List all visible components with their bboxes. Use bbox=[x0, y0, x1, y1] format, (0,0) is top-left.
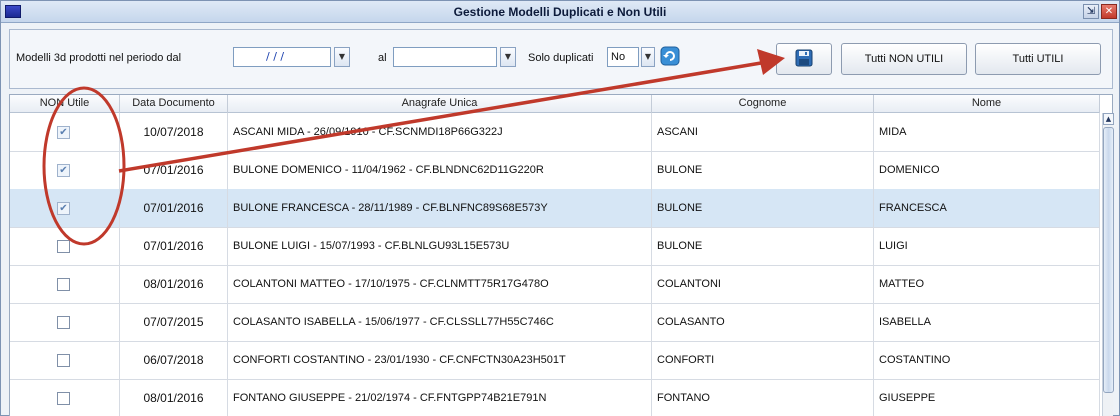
cell-data-documento[interactable]: 08/01/2016 bbox=[120, 379, 228, 416]
cell-non-utile: ✔ bbox=[10, 113, 120, 151]
cell-nome[interactable]: FRANCESCA bbox=[874, 189, 1100, 227]
non-utile-checkbox[interactable] bbox=[57, 354, 70, 367]
vertical-scrollbar[interactable]: ▲ bbox=[1102, 113, 1114, 416]
cell-non-utile bbox=[10, 265, 120, 303]
cell-nome[interactable]: LUIGI bbox=[874, 227, 1100, 265]
date-from-dropdown[interactable]: ▼ bbox=[334, 47, 350, 67]
non-utile-checkbox[interactable] bbox=[57, 240, 70, 253]
date-to-field[interactable] bbox=[393, 47, 497, 67]
cell-cognome[interactable]: ASCANI bbox=[652, 113, 874, 151]
cell-cognome[interactable]: BULONE bbox=[652, 227, 874, 265]
table-row[interactable]: 08/01/2016 FONTANO GIUSEPPE - 21/02/1974 … bbox=[10, 379, 1100, 416]
date-from-field[interactable]: / / / bbox=[233, 47, 331, 67]
non-utile-checkbox[interactable]: ✔ bbox=[57, 164, 70, 177]
date-to-dropdown[interactable]: ▼ bbox=[500, 47, 516, 67]
cell-non-utile bbox=[10, 341, 120, 379]
col-header-nome[interactable]: Nome bbox=[874, 95, 1100, 113]
cell-anagrafe-unica[interactable]: CONFORTI COSTANTINO - 23/01/1930 - CF.CN… bbox=[228, 341, 652, 379]
cell-nome[interactable]: MIDA bbox=[874, 113, 1100, 151]
col-header-data-documento[interactable]: Data Documento bbox=[120, 95, 228, 113]
table-row[interactable]: 06/07/2018 CONFORTI COSTANTINO - 23/01/19… bbox=[10, 341, 1100, 380]
app-window: Gestione Modelli Duplicati e Non Utili ⇲… bbox=[0, 0, 1120, 416]
cell-nome[interactable]: ISABELLA bbox=[874, 303, 1100, 341]
cell-data-documento[interactable]: 07/07/2015 bbox=[120, 303, 228, 341]
cell-non-utile bbox=[10, 379, 120, 416]
cell-anagrafe-unica[interactable]: FONTANO GIUSEPPE - 21/02/1974 - CF.FNTGP… bbox=[228, 379, 652, 416]
cell-non-utile: ✔ bbox=[10, 151, 120, 189]
table-row[interactable]: 07/01/2016 BULONE LUIGI - 15/07/1993 - CF… bbox=[10, 227, 1100, 266]
table-row[interactable]: ✔ 10/07/2018 ASCANI MIDA - 26/09/1910 - CF… bbox=[10, 113, 1100, 152]
scrollbar-thumb[interactable] bbox=[1103, 127, 1114, 393]
cell-data-documento[interactable]: 06/07/2018 bbox=[120, 341, 228, 379]
cell-nome[interactable]: MATTEO bbox=[874, 265, 1100, 303]
only-duplicates-dropdown[interactable]: ▼ bbox=[641, 47, 655, 67]
non-utile-checkbox[interactable]: ✔ bbox=[57, 202, 70, 215]
cell-data-documento[interactable]: 07/01/2016 bbox=[120, 151, 228, 189]
documents-grid: NON Utile Data Documento Anagrafe Unica … bbox=[9, 94, 1114, 416]
close-button[interactable]: ✕ bbox=[1101, 4, 1117, 19]
cell-non-utile bbox=[10, 303, 120, 341]
to-label: al bbox=[378, 52, 387, 64]
table-row[interactable]: ✔ 07/01/2016 BULONE FRANCESCA - 28/11/1989… bbox=[10, 189, 1100, 228]
cell-non-utile bbox=[10, 227, 120, 265]
restore-button[interactable]: ⇲ bbox=[1083, 4, 1099, 19]
save-button[interactable] bbox=[776, 43, 832, 75]
cell-nome[interactable]: COSTANTINO bbox=[874, 341, 1100, 379]
cell-cognome[interactable]: COLASANTO bbox=[652, 303, 874, 341]
table-row[interactable]: ✔ 07/01/2016 BULONE DOMENICO - 11/04/1962 … bbox=[10, 151, 1100, 190]
cell-nome[interactable]: DOMENICO bbox=[874, 151, 1100, 189]
scroll-up-arrow-icon[interactable]: ▲ bbox=[1103, 113, 1114, 125]
cell-cognome[interactable]: CONFORTI bbox=[652, 341, 874, 379]
cell-data-documento[interactable]: 08/01/2016 bbox=[120, 265, 228, 303]
non-utile-checkbox[interactable] bbox=[57, 316, 70, 329]
table-row[interactable]: 08/01/2016 COLANTONI MATTEO - 17/10/1975 … bbox=[10, 265, 1100, 304]
all-non-useful-button[interactable]: Tutti NON UTILI bbox=[841, 43, 967, 75]
cell-data-documento[interactable]: 07/01/2016 bbox=[120, 227, 228, 265]
table-row[interactable]: 07/07/2015 COLASANTO ISABELLA - 15/06/197… bbox=[10, 303, 1100, 342]
col-header-non-utile[interactable]: NON Utile bbox=[10, 95, 120, 113]
only-duplicates-label: Solo duplicati bbox=[528, 52, 594, 64]
cell-anagrafe-unica[interactable]: ASCANI MIDA - 26/09/1910 - CF.SCNMDI18P6… bbox=[228, 113, 652, 151]
cell-cognome[interactable]: COLANTONI bbox=[652, 265, 874, 303]
non-utile-checkbox[interactable] bbox=[57, 392, 70, 405]
cell-data-documento[interactable]: 10/07/2018 bbox=[120, 113, 228, 151]
cell-anagrafe-unica[interactable]: BULONE LUIGI - 15/07/1993 - CF.BLNLGU93L… bbox=[228, 227, 652, 265]
non-utile-checkbox[interactable] bbox=[57, 278, 70, 291]
all-useful-button[interactable]: Tutti UTILI bbox=[975, 43, 1101, 75]
cell-data-documento[interactable]: 07/01/2016 bbox=[120, 189, 228, 227]
cell-cognome[interactable]: BULONE bbox=[652, 189, 874, 227]
title-bar: Gestione Modelli Duplicati e Non Utili ⇲… bbox=[1, 1, 1119, 23]
refresh-icon[interactable] bbox=[660, 46, 680, 66]
col-header-cognome[interactable]: Cognome bbox=[652, 95, 874, 113]
non-utile-checkbox[interactable]: ✔ bbox=[57, 126, 70, 139]
cell-cognome[interactable]: BULONE bbox=[652, 151, 874, 189]
cell-anagrafe-unica[interactable]: COLASANTO ISABELLA - 15/06/1977 - CF.CLS… bbox=[228, 303, 652, 341]
window-title: Gestione Modelli Duplicati e Non Utili bbox=[453, 5, 667, 19]
cell-non-utile: ✔ bbox=[10, 189, 120, 227]
col-header-anagrafe-unica[interactable]: Anagrafe Unica bbox=[228, 95, 652, 113]
only-duplicates-select[interactable]: No bbox=[607, 47, 639, 67]
cell-cognome[interactable]: FONTANO bbox=[652, 379, 874, 416]
period-label: Modelli 3d prodotti nel periodo dal bbox=[16, 52, 182, 64]
cell-anagrafe-unica[interactable]: BULONE DOMENICO - 11/04/1962 - CF.BLNDNC… bbox=[228, 151, 652, 189]
filter-toolbar: Modelli 3d prodotti nel periodo dal / / … bbox=[9, 29, 1113, 89]
cell-nome[interactable]: GIUSEPPE bbox=[874, 379, 1100, 416]
grid-header: NON Utile Data Documento Anagrafe Unica … bbox=[10, 95, 1100, 113]
cell-anagrafe-unica[interactable]: COLANTONI MATTEO - 17/10/1975 - CF.CLNMT… bbox=[228, 265, 652, 303]
floppy-disk-icon bbox=[795, 49, 813, 67]
cell-anagrafe-unica[interactable]: BULONE FRANCESCA - 28/11/1989 - CF.BLNFN… bbox=[228, 189, 652, 227]
